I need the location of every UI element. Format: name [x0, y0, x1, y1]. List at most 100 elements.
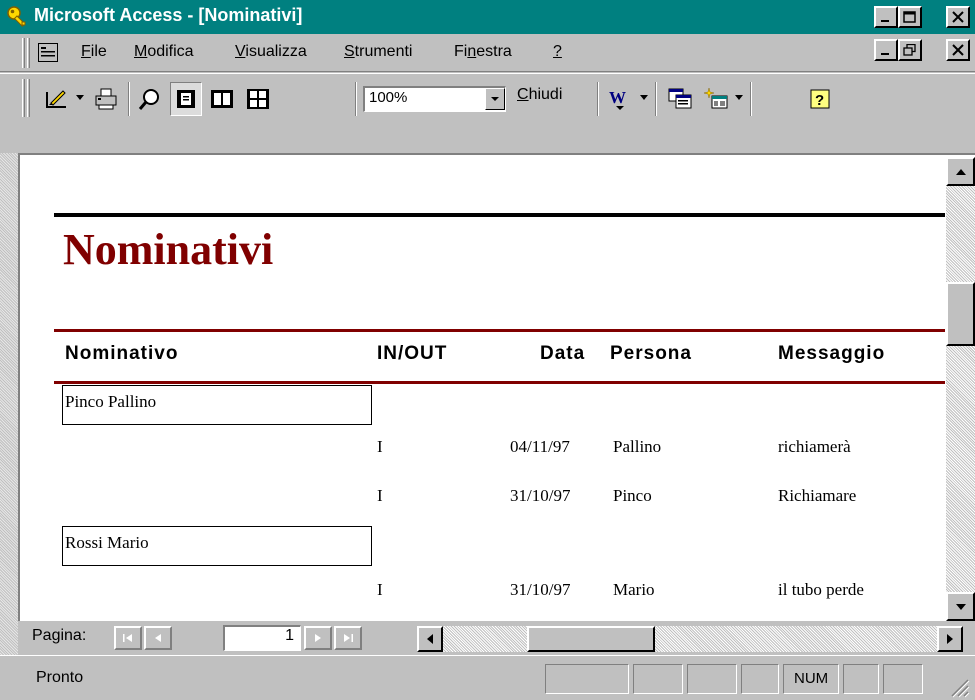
- menubar-grip-2: [27, 38, 30, 68]
- cell-data: 04/11/97: [510, 437, 570, 456]
- page-navigation-bar: Pagina: 1: [18, 621, 975, 653]
- menu-strumenti[interactable]: Strumenti: [344, 43, 412, 61]
- new-object-icon: [703, 87, 728, 109]
- minimize-button[interactable]: [874, 6, 898, 28]
- maximize-icon: [903, 11, 916, 23]
- group-header: Rossi Mario: [62, 526, 372, 566]
- report-top-rule: [54, 213, 945, 217]
- help-button[interactable]: ?: [804, 82, 836, 116]
- last-page-icon: [344, 634, 353, 642]
- header-bottom-rule: [54, 381, 945, 384]
- cell-data: 31/10/97: [510, 486, 571, 505]
- two-pages-button[interactable]: [206, 82, 238, 116]
- database-window-button[interactable]: [664, 82, 696, 116]
- cell-persona: Pallino: [613, 437, 662, 456]
- close-icon: [952, 44, 964, 56]
- doc-restore-button[interactable]: [898, 39, 922, 61]
- page-number-input[interactable]: 1: [223, 625, 301, 651]
- print-preview-toolbar: 100% Chiudi W ?: [0, 73, 975, 153]
- view-dropdown-arrow[interactable]: [76, 95, 84, 100]
- column-header-inout: IN/OUT: [377, 343, 448, 364]
- report-document-icon[interactable]: [38, 43, 58, 62]
- one-page-button[interactable]: [170, 82, 202, 116]
- header-top-rule: [54, 329, 945, 332]
- svg-text:?: ?: [815, 92, 824, 109]
- chevron-down-icon: [491, 97, 499, 101]
- vertical-scroll-thumb[interactable]: [946, 282, 975, 346]
- num-lock-indicator: NUM: [783, 664, 839, 694]
- next-page-button[interactable]: [304, 626, 332, 650]
- menu-file[interactable]: File: [81, 43, 107, 61]
- multiple-pages-button[interactable]: [242, 82, 274, 116]
- print-button[interactable]: [90, 82, 122, 116]
- toolbar-grip[interactable]: [22, 79, 25, 117]
- doc-close-button[interactable]: [946, 39, 970, 61]
- view-design-button[interactable]: [40, 82, 72, 116]
- first-page-button[interactable]: [114, 626, 142, 650]
- menu-bar: File Modifica Visualizza Strumenti Fines…: [0, 34, 975, 72]
- office-links-button[interactable]: W: [604, 82, 636, 116]
- first-page-icon: [123, 634, 132, 642]
- multiple-pages-icon: [247, 89, 269, 109]
- scroll-left-button[interactable]: [417, 626, 443, 652]
- horizontal-scroll-thumb[interactable]: [527, 626, 655, 652]
- cell-messaggio: il tubo perde: [778, 580, 864, 599]
- group-header: Pinco Pallino: [62, 385, 372, 425]
- toolbar-separator: [597, 82, 599, 116]
- zoom-button[interactable]: [134, 82, 166, 116]
- new-object-dropdown-arrow[interactable]: [735, 95, 743, 100]
- restore-icon: [903, 44, 916, 56]
- resize-grip-icon[interactable]: [948, 676, 970, 698]
- toolbar-separator: [750, 82, 752, 116]
- restore-button[interactable]: [898, 6, 922, 28]
- two-pages-icon: [211, 90, 233, 108]
- menu-finestra[interactable]: Finestra: [454, 43, 512, 61]
- arrow-up-icon: [955, 168, 966, 175]
- database-window-icon: [668, 88, 692, 109]
- menu-visualizza[interactable]: Visualizza: [235, 43, 307, 61]
- cell-persona: Pinco: [613, 486, 652, 505]
- doc-minimize-button[interactable]: [874, 39, 898, 61]
- cell-inout: I: [377, 486, 383, 505]
- status-text: Pronto: [36, 669, 84, 686]
- last-page-button[interactable]: [334, 626, 362, 650]
- column-header-nominativo: Nominativo: [65, 343, 179, 364]
- scroll-down-button[interactable]: [946, 592, 975, 621]
- previous-page-button[interactable]: [144, 626, 172, 650]
- minimize-icon: [881, 20, 889, 22]
- horizontal-scrollbar[interactable]: [417, 626, 963, 652]
- status-panel: [843, 664, 879, 694]
- menu-help[interactable]: ?: [553, 43, 562, 61]
- status-panel: [633, 664, 683, 694]
- scroll-right-button[interactable]: [937, 626, 963, 652]
- access-window: Microsoft Access - [Nominativi] File Mod…: [0, 0, 975, 700]
- group-name: Pinco Pallino: [65, 392, 157, 411]
- group-name: Rossi Mario: [65, 533, 149, 552]
- column-header-messaggio: Messaggio: [778, 343, 886, 364]
- cell-inout: I: [377, 580, 383, 599]
- close-button[interactable]: [946, 6, 970, 28]
- close-preview-button[interactable]: Chiudi: [517, 86, 562, 104]
- one-page-icon: [177, 90, 195, 108]
- zoom-select[interactable]: 100%: [363, 86, 506, 112]
- title-bar[interactable]: Microsoft Access - [Nominativi]: [0, 0, 975, 34]
- menu-modifica[interactable]: Modifica: [134, 43, 194, 61]
- design-view-icon: [46, 90, 66, 108]
- scroll-up-button[interactable]: [946, 157, 975, 186]
- svg-text:W: W: [609, 88, 626, 107]
- toolbar-grip-2: [27, 79, 30, 117]
- window-left-edge: [0, 153, 18, 655]
- status-bar: Pronto NUM: [0, 655, 975, 700]
- vertical-scrollbar[interactable]: [946, 157, 975, 621]
- new-object-button[interactable]: [700, 82, 732, 116]
- cell-persona: Mario: [613, 580, 655, 599]
- status-panel: [545, 664, 629, 694]
- previous-page-icon: [155, 634, 161, 642]
- zoom-dropdown-button[interactable]: [485, 88, 505, 110]
- column-header-data: Data: [540, 343, 586, 364]
- close-icon: [952, 11, 964, 23]
- office-links-dropdown-arrow[interactable]: [640, 95, 648, 100]
- word-link-icon: W: [609, 88, 626, 110]
- menubar-grip[interactable]: [22, 38, 25, 68]
- magnifier-icon: [138, 89, 159, 110]
